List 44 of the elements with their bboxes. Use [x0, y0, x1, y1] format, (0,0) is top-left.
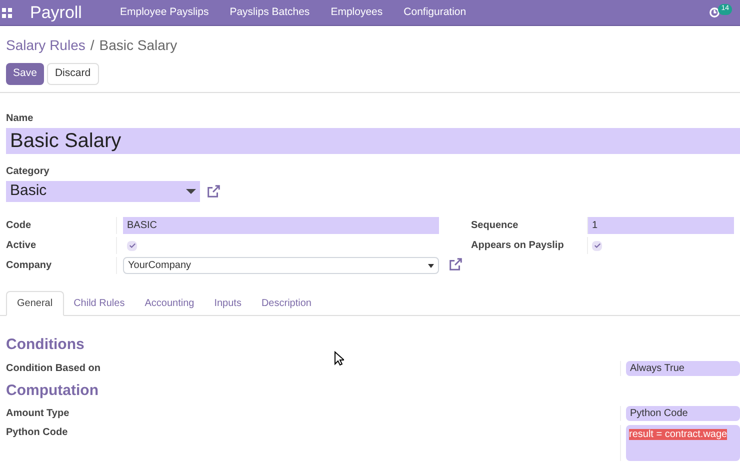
checkbox[interactable] — [592, 240, 602, 250]
text-field[interactable]: 1 — [588, 217, 734, 234]
app-title[interactable]: Payroll — [30, 0, 120, 26]
field-label: Appears on Payslip — [471, 239, 565, 253]
section-heading: Computation — [6, 380, 100, 400]
name-field[interactable]: Basic Salary — [6, 128, 740, 154]
breadcrumb-separator: / — [90, 36, 94, 55]
tab[interactable]: Child Rules — [64, 291, 135, 316]
field-label: Python Code — [6, 426, 69, 440]
breadcrumb-current: Basic Salary — [99, 36, 178, 55]
field-label: Category — [6, 165, 50, 179]
field-label: Name — [6, 112, 34, 126]
caret-icon — [428, 264, 434, 268]
select-field[interactable]: Python Code — [626, 406, 740, 421]
menu-item[interactable]: Employees — [330, 4, 383, 20]
external-link-icon[interactable] — [206, 184, 221, 199]
field-label: Sequence — [471, 219, 520, 233]
menu-item[interactable]: Configuration — [404, 4, 466, 20]
discard-button[interactable]: Discard — [46, 63, 99, 85]
caret-icon — [186, 189, 196, 194]
activity-icon[interactable] — [709, 7, 720, 18]
tab[interactable]: Accounting — [134, 291, 204, 316]
apps-menu-icon[interactable] — [2, 8, 12, 18]
tab[interactable]: Inputs — [204, 291, 252, 316]
external-link-icon[interactable] — [448, 257, 463, 272]
save-button[interactable]: Save — [6, 63, 44, 85]
checkbox[interactable] — [127, 240, 137, 250]
breadcrumb-link[interactable]: Salary Rules — [6, 35, 86, 56]
section-heading: Conditions — [6, 335, 86, 355]
select-field[interactable]: YourCompany — [123, 257, 439, 274]
category-select[interactable]: Basic — [6, 181, 200, 202]
tab[interactable]: Description — [251, 291, 322, 316]
field-label: Active — [6, 239, 38, 253]
mouse-cursor-icon — [334, 351, 344, 366]
field-label: Condition Based on — [6, 362, 102, 376]
field-label: Company — [6, 259, 53, 273]
field-label: Amount Type — [6, 407, 70, 421]
field-label: Code — [6, 219, 32, 233]
menu-item[interactable]: Payslips Batches — [230, 4, 310, 20]
tab[interactable]: General — [6, 291, 64, 316]
select-field[interactable]: Always True — [626, 360, 740, 376]
code-field[interactable]: result = contract.wage — [626, 425, 740, 461]
menu-item[interactable]: Employee Payslips — [120, 4, 209, 20]
text-field[interactable]: BASIC — [123, 217, 439, 234]
